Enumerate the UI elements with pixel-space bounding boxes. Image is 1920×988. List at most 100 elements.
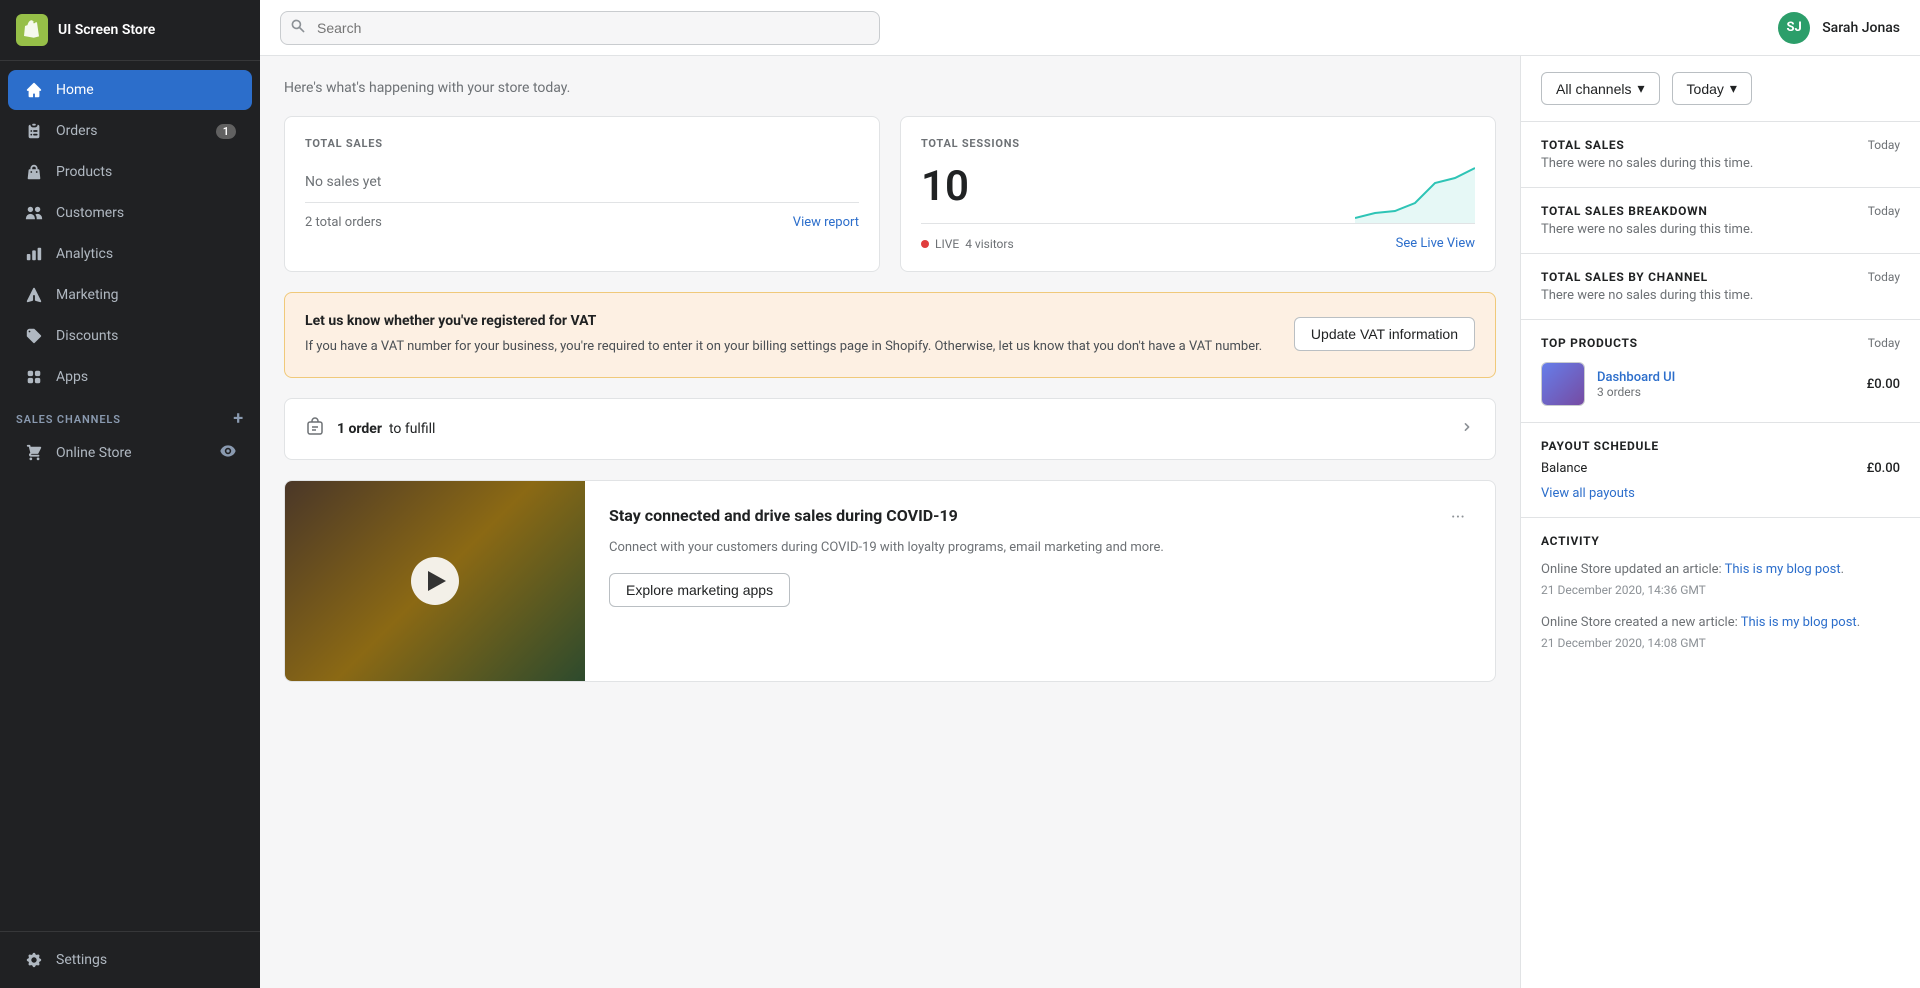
sidebar-item-analytics[interactable]: Analytics	[8, 234, 252, 274]
activity-link-2[interactable]: This is my blog post	[1741, 615, 1857, 630]
sidebar-item-analytics-label: Analytics	[56, 246, 113, 262]
rp-total-sales-section: TOTAL SALES Today There were no sales du…	[1521, 122, 1920, 188]
products-icon	[24, 162, 44, 182]
page-subtitle: Here's what's happening with your store …	[284, 80, 1496, 96]
sessions-chart	[969, 163, 1475, 223]
product-name-link[interactable]: Dashboard UI	[1597, 370, 1675, 385]
product-info: Dashboard UI 3 orders	[1597, 369, 1855, 399]
settings-icon	[24, 950, 44, 970]
vat-banner-title: Let us know whether you've registered fo…	[305, 313, 1274, 329]
sidebar-item-customers-label: Customers	[56, 205, 124, 221]
rp-payout-header: PAYOUT SCHEDULE	[1541, 439, 1900, 453]
balance-label: Balance	[1541, 461, 1587, 476]
sidebar-item-apps[interactable]: Apps	[8, 357, 252, 397]
shopify-logo-icon	[16, 14, 48, 46]
rp-activity-section: ACTIVITY Online Store updated an article…	[1521, 518, 1920, 682]
product-thumbnail	[1541, 362, 1585, 406]
vat-banner: Let us know whether you've registered fo…	[284, 292, 1496, 378]
fulfill-suffix: to fulfill	[389, 421, 435, 437]
rp-total-sales-text: There were no sales during this time.	[1541, 156, 1900, 171]
sidebar-item-online-store[interactable]: Online Store	[8, 433, 252, 473]
sidebar-item-home[interactable]: Home	[8, 70, 252, 110]
activity-timestamp-2: 21 December 2020, 14:08 GMT	[1541, 636, 1900, 650]
sidebar-nav: Home Orders 1 Products	[0, 61, 260, 931]
eye-icon[interactable]	[220, 443, 236, 463]
activity-item-2: Online Store created a new article: This…	[1541, 613, 1900, 650]
rp-by-channel-text: There were no sales during this time.	[1541, 288, 1900, 303]
rp-product-row: Dashboard UI 3 orders £0.00	[1541, 362, 1900, 406]
sidebar-item-customers[interactable]: Customers	[8, 193, 252, 233]
today-label: Today	[1687, 81, 1724, 97]
main-content: Here's what's happening with your store …	[260, 56, 1520, 988]
sidebar-item-orders[interactable]: Orders 1	[8, 111, 252, 151]
explore-marketing-apps-button[interactable]: Explore marketing apps	[609, 573, 790, 607]
activity-prefix-1: Online Store updated an article:	[1541, 562, 1725, 577]
update-vat-button[interactable]: Update VAT information	[1294, 317, 1475, 351]
blog-description: Connect with your customers during COVID…	[609, 538, 1471, 558]
sidebar: UI Screen Store Home Orders 1	[0, 0, 260, 988]
sidebar-item-online-store-label: Online Store	[56, 445, 132, 461]
total-sessions-label: TOTAL SESSIONS	[921, 137, 1020, 150]
rp-breakdown-time: Today	[1868, 204, 1900, 218]
play-button[interactable]	[411, 557, 459, 605]
orders-icon	[24, 121, 44, 141]
all-channels-filter-button[interactable]: All channels ▾	[1541, 72, 1660, 105]
rp-breakdown-text: There were no sales during this time.	[1541, 222, 1900, 237]
view-all-payouts-link[interactable]: View all payouts	[1541, 486, 1900, 501]
rp-balance-row: Balance £0.00	[1541, 461, 1900, 476]
rp-breakdown-header: TOTAL SALES BREAKDOWN Today	[1541, 204, 1900, 218]
sessions-header: TOTAL SESSIONS	[921, 137, 1475, 162]
rp-total-sales-by-channel-section: TOTAL SALES BY CHANNEL Today There were …	[1521, 254, 1920, 320]
vat-banner-content: Let us know whether you've registered fo…	[305, 313, 1274, 357]
live-badge: LIVE 4 visitors	[921, 237, 1014, 251]
rp-payout-title: PAYOUT SCHEDULE	[1541, 439, 1659, 453]
activity-text-2: Online Store created a new article: This…	[1541, 613, 1900, 634]
sidebar-settings-label: Settings	[56, 952, 107, 968]
search-icon	[290, 18, 306, 38]
content-wrapper: Here's what's happening with your store …	[260, 56, 1920, 988]
sidebar-footer: Settings	[0, 931, 260, 988]
sidebar-item-discounts[interactable]: Discounts	[8, 316, 252, 356]
sessions-value: 10	[921, 162, 969, 211]
product-orders-count: 3 orders	[1597, 385, 1855, 399]
live-dot	[921, 240, 929, 248]
blog-title: Stay connected and drive sales during CO…	[609, 505, 1445, 527]
today-filter-button[interactable]: Today ▾	[1672, 72, 1752, 105]
rp-top-products-time: Today	[1868, 336, 1900, 350]
sidebar-item-home-label: Home	[56, 82, 94, 98]
add-channel-button[interactable]: +	[233, 410, 244, 428]
activity-timestamp-1: 21 December 2020, 14:36 GMT	[1541, 583, 1900, 597]
topbar-right: SJ Sarah Jonas	[1778, 12, 1900, 44]
rp-by-channel-time: Today	[1868, 270, 1900, 284]
avatar: SJ	[1778, 12, 1810, 44]
customers-icon	[24, 203, 44, 223]
see-live-view-link[interactable]: See Live View	[1396, 236, 1475, 251]
fulfill-card[interactable]: 1 order to fulfill	[284, 398, 1496, 460]
product-price: £0.00	[1867, 377, 1900, 392]
rp-total-sales-title: TOTAL SALES	[1541, 138, 1625, 152]
rp-payout-schedule-section: PAYOUT SCHEDULE Balance £0.00 View all p…	[1521, 423, 1920, 518]
home-icon	[24, 80, 44, 100]
sidebar-item-settings[interactable]: Settings	[8, 940, 252, 980]
total-sales-label: TOTAL SALES	[305, 137, 859, 150]
blog-header: Stay connected and drive sales during CO…	[609, 505, 1471, 530]
rp-by-channel-title: TOTAL SALES BY CHANNEL	[1541, 270, 1708, 284]
no-sales-text: No sales yet	[305, 162, 859, 202]
sidebar-item-marketing[interactable]: Marketing	[8, 275, 252, 315]
sidebar-item-products[interactable]: Products	[8, 152, 252, 192]
main-area: SJ Sarah Jonas Here's what's happening w…	[260, 0, 1920, 988]
search-input[interactable]	[280, 11, 880, 45]
marketing-icon	[24, 285, 44, 305]
sessions-footer: LIVE 4 visitors See Live View	[921, 223, 1475, 251]
view-report-link[interactable]: View report	[793, 215, 859, 230]
visitors-text: 4 visitors	[965, 237, 1013, 251]
orders-count-text: 2 total orders	[305, 215, 382, 230]
rp-top-products-title: TOP PRODUCTS	[1541, 336, 1638, 350]
blog-image-bg	[285, 481, 585, 681]
filter-bar: All channels ▾ Today ▾	[1521, 56, 1920, 122]
more-options-button[interactable]: ···	[1445, 505, 1471, 530]
activity-suffix-1: .	[1841, 562, 1844, 577]
activity-link-1[interactable]: This is my blog post	[1725, 562, 1841, 577]
right-panel: All channels ▾ Today ▾ TOTAL SALES Today…	[1520, 56, 1920, 988]
topbar: SJ Sarah Jonas	[260, 0, 1920, 56]
